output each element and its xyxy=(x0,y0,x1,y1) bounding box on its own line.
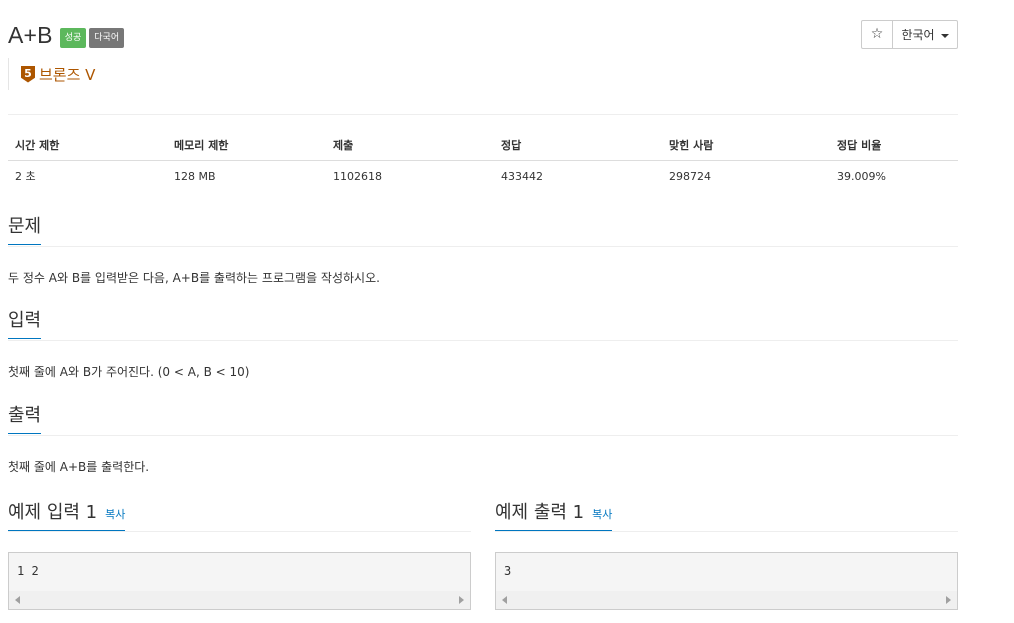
horizontal-scrollbar[interactable] xyxy=(9,591,470,609)
scroll-left-arrow-icon[interactable] xyxy=(502,596,507,604)
input-description: 첫째 줄에 A와 B가 주어진다. (0 < A, B < 10) xyxy=(8,365,250,379)
multilang-badge[interactable]: 다국어 xyxy=(89,28,125,48)
output-description: 첫째 줄에 A+B를 출력한다. xyxy=(8,460,150,474)
info-header-row: 시간 제한 메모리 제한 제출 정답 맞힌 사람 정답 비율 xyxy=(8,130,958,161)
problem-info-table: 시간 제한 메모리 제한 제출 정답 맞힌 사람 정답 비율 2 초 128 M… xyxy=(8,130,958,191)
copy-sample-input-link[interactable]: 복사 xyxy=(105,508,125,521)
header-submissions: 제출 xyxy=(326,130,494,161)
section-title-output: 출력 xyxy=(8,405,42,434)
success-badge[interactable]: 성공 xyxy=(59,28,87,48)
sample-input-title: 예제 입력 1 xyxy=(8,502,98,523)
sample-output-section: 예제 출력 1 복사 3 xyxy=(495,500,958,610)
header-accept-ratio: 정답 비율 xyxy=(830,130,958,161)
section-title-input: 입력 xyxy=(8,310,42,339)
solved-users-value[interactable]: 298724 xyxy=(662,161,830,192)
favorite-star-button[interactable]: ☆ xyxy=(862,21,893,48)
tier-label: 브론즈 V xyxy=(39,65,96,84)
problem-header: A+B 성공 다국어 xyxy=(8,20,125,50)
sample-input-header: 예제 입력 1 복사 xyxy=(8,500,471,532)
header-solved-users: 맞힌 사람 xyxy=(662,130,830,161)
info-value-row: 2 초 128 MB 1102618 433442 298724 39.009% xyxy=(8,161,958,192)
sample-output-title: 예제 출력 1 xyxy=(495,502,585,523)
problem-description: 두 정수 A와 B를 입력받은 다음, A+B를 출력하는 프로그램을 작성하시… xyxy=(8,271,380,285)
sample-input-section: 예제 입력 1 복사 1 2 xyxy=(8,500,471,610)
scroll-right-arrow-icon[interactable] xyxy=(946,596,951,604)
sample-input-title-group: 예제 입력 1 복사 xyxy=(8,502,126,531)
sample-output-header: 예제 출력 1 복사 xyxy=(495,500,958,532)
header-time-limit: 시간 제한 xyxy=(8,130,167,161)
submissions-value[interactable]: 1102618 xyxy=(326,161,494,192)
input-section: 입력 첫째 줄에 A와 B가 주어진다. (0 < A, B < 10) xyxy=(8,308,958,380)
sample-output-title-group: 예제 출력 1 복사 xyxy=(495,502,613,531)
section-header: 입력 xyxy=(8,308,958,341)
sample-output-box[interactable]: 3 xyxy=(495,552,958,610)
header-accepted: 정답 xyxy=(494,130,662,161)
sample-output-content: 3 xyxy=(504,564,512,578)
header-divider xyxy=(8,114,958,115)
scroll-right-arrow-icon[interactable] xyxy=(459,596,464,604)
horizontal-scrollbar[interactable] xyxy=(496,591,957,609)
bronze-tier-icon: 5 xyxy=(21,65,35,83)
language-dropdown[interactable]: 한국어 xyxy=(893,21,957,48)
problem-toolbar: ☆ 한국어 xyxy=(861,20,958,49)
section-header: 출력 xyxy=(8,403,958,436)
memory-limit-value: 128 MB xyxy=(174,169,216,183)
time-limit-value: 2 초 xyxy=(15,170,36,183)
accept-ratio-value: 39.009% xyxy=(837,169,886,183)
caret-down-icon xyxy=(940,33,949,38)
sample-input-content: 1 2 xyxy=(17,564,39,578)
output-section: 출력 첫째 줄에 A+B를 출력한다. xyxy=(8,403,958,475)
language-label: 한국어 xyxy=(901,28,935,42)
section-header: 문제 xyxy=(8,214,958,247)
problem-description-section: 문제 두 정수 A와 B를 입력받은 다음, A+B를 출력하는 프로그램을 작… xyxy=(8,214,958,286)
star-icon: ☆ xyxy=(870,26,884,42)
scroll-left-arrow-icon[interactable] xyxy=(15,596,20,604)
section-title-problem: 문제 xyxy=(8,216,42,245)
copy-sample-output-link[interactable]: 복사 xyxy=(592,508,612,521)
accepted-value[interactable]: 433442 xyxy=(494,161,662,192)
tier-info: 5 브론즈 V xyxy=(8,58,95,90)
sample-input-box[interactable]: 1 2 xyxy=(8,552,471,610)
problem-title: A+B xyxy=(8,21,53,48)
header-memory-limit: 메모리 제한 xyxy=(167,130,326,161)
